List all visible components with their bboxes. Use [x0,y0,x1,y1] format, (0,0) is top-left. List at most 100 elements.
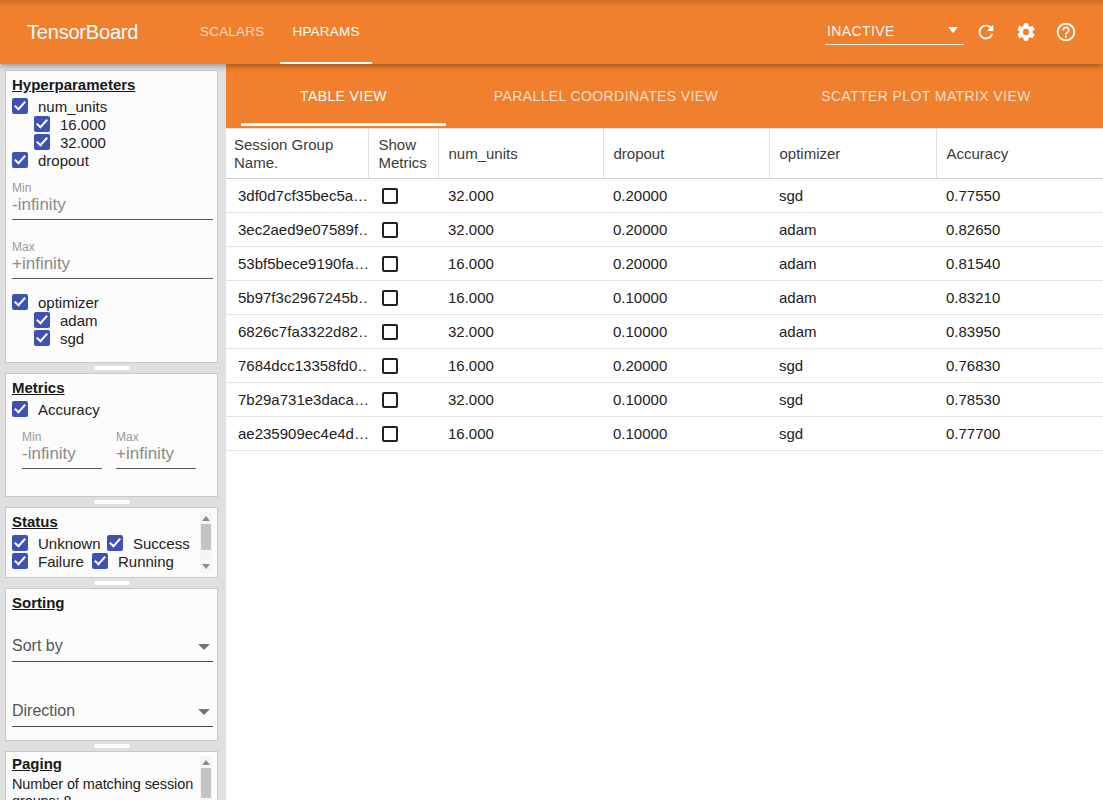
metrics-panel: Metrics Accuracy Min -infinity Max +infi… [5,373,218,497]
hparam-optimizer-adam[interactable]: adam [34,311,211,329]
table-row: 5b97f3c2967245b… 16.000 0.10000 adam 0.8… [226,281,1103,315]
gear-icon[interactable] [1015,21,1037,43]
scrollbar[interactable] [200,756,212,800]
sorting-panel: Sorting Sort by Direction [5,588,218,741]
col-session-group-name[interactable]: Session Group Name. [226,129,368,179]
table-row: 7b29a731e3daca… 32.000 0.10000 sgd 0.785… [226,383,1103,417]
checkbox-checked-icon[interactable] [34,116,50,132]
min-input[interactable]: -infinity [12,195,213,220]
paging-panel: Paging Number of matching session groups… [5,751,218,800]
show-metrics-checkbox[interactable] [382,358,398,374]
checkbox-checked-icon[interactable] [34,330,50,346]
show-metrics-checkbox[interactable] [382,256,398,272]
scroll-down-icon[interactable] [202,564,210,569]
table-row: 3ec2aed9e07589f… 32.000 0.20000 adam 0.8… [226,213,1103,247]
col-show-metrics[interactable]: Show Metrics [368,129,438,179]
status-select[interactable]: INACTIVE [825,19,964,45]
metrics-max-label: Max [116,430,196,444]
hparam-num-units-32[interactable]: 32.000 [34,133,211,151]
direction-select[interactable]: Direction [12,702,213,727]
metrics-title: Metrics [12,380,211,396]
metric-accuracy[interactable]: Accuracy [12,400,211,418]
resize-handle[interactable] [5,578,218,588]
paging-title: Paging [12,756,211,772]
scroll-up-icon[interactable] [202,516,210,521]
scroll-thumb[interactable] [201,524,211,550]
show-metrics-checkbox[interactable] [382,426,398,442]
refresh-icon[interactable] [975,21,997,43]
tab-hparams[interactable]: HPARAMS [280,0,371,64]
hparam-optimizer[interactable]: optimizer [12,293,211,311]
checkbox-checked-icon[interactable] [12,401,28,417]
help-icon[interactable] [1055,21,1077,43]
metrics-max-input[interactable]: +infinity [116,444,196,469]
hparam-num-units-16[interactable]: 16.000 [34,115,211,133]
view-tabs: TABLE VIEW PARALLEL COORDINATES VIEW SCA… [226,64,1103,128]
checkbox-checked-icon[interactable] [34,312,50,328]
status-select-value: INACTIVE [827,23,895,39]
table-header-row: Session Group Name. Show Metrics num_uni… [226,129,1103,179]
status-unknown: Unknown [38,535,99,552]
show-metrics-checkbox[interactable] [382,324,398,340]
table-row: 6826c7fa3322d82… 32.000 0.10000 adam 0.8… [226,315,1103,349]
checkbox-checked-icon[interactable] [12,553,28,569]
checkbox-checked-icon[interactable] [12,535,28,551]
show-metrics-checkbox[interactable] [382,392,398,408]
tab-table-view[interactable]: TABLE VIEW [241,64,446,128]
table-row: 7684dcc13358fd0… 16.000 0.20000 sgd 0.76… [226,349,1103,383]
table-row: 3df0d7cf35bec5a… 32.000 0.20000 sgd 0.77… [226,179,1103,213]
sort-by-select[interactable]: Sort by [12,637,213,662]
hparam-num-units[interactable]: num_units [12,97,211,115]
app-title: TensorBoard [27,21,138,44]
main-area: TABLE VIEW PARALLEL COORDINATES VIEW SCA… [226,64,1103,800]
paging-summary: Number of matching session groups: 8 [12,776,209,800]
status-success: Success [133,535,190,552]
show-metrics-checkbox[interactable] [382,290,398,306]
tab-scatter-plot-matrix-view[interactable]: SCATTER PLOT MATRIX VIEW [766,64,1086,128]
hparam-dropout[interactable]: dropout [12,151,211,169]
sidebar: Hyperparameters num_units 16.000 32.000 … [0,64,226,800]
show-metrics-checkbox[interactable] [382,222,398,238]
checkbox-checked-icon[interactable] [34,134,50,150]
chevron-down-icon [948,27,958,33]
status-title: Status [12,514,211,530]
tab-scalars[interactable]: SCALARS [188,0,276,64]
table-row: 53bf5bece9190fa… 16.000 0.20000 adam 0.8… [226,247,1103,281]
checkbox-checked-icon[interactable] [92,553,108,569]
toolbar-actions: INACTIVE [825,19,1077,45]
table-row: ae235909ec4e4d… 16.000 0.10000 sgd 0.777… [226,417,1103,451]
tab-parallel-coordinates-view[interactable]: PARALLEL COORDINATES VIEW [446,64,766,128]
checkbox-checked-icon[interactable] [12,98,28,114]
metrics-min-input[interactable]: -infinity [22,444,102,469]
session-group-table: Session Group Name. Show Metrics num_uni… [226,128,1103,451]
min-label: Min [12,181,211,195]
show-metrics-checkbox[interactable] [382,188,398,204]
top-tabs: SCALARS HPARAMS [186,0,374,64]
resize-handle[interactable] [5,741,218,751]
checkbox-checked-icon[interactable] [12,294,28,310]
resize-handle[interactable] [5,497,218,507]
sorting-title: Sorting [12,595,211,611]
chevron-down-icon [198,709,210,715]
hparam-optimizer-sgd[interactable]: sgd [34,329,211,347]
scrollbar[interactable] [200,512,212,573]
hyperparameters-title: Hyperparameters [12,77,211,93]
col-dropout[interactable]: dropout [603,129,769,179]
col-num-units[interactable]: num_units [438,129,603,179]
status-panel: Status Unknown Success Failure Running [5,507,218,578]
toolbar: TensorBoard SCALARS HPARAMS INACTIVE [0,0,1103,64]
status-running: Running [118,553,174,570]
checkbox-checked-icon[interactable] [107,535,123,551]
metrics-min-label: Min [22,430,102,444]
col-optimizer[interactable]: optimizer [769,129,936,179]
checkbox-checked-icon[interactable] [12,152,28,168]
chevron-down-icon [198,644,210,650]
hyperparameters-panel: Hyperparameters num_units 16.000 32.000 … [5,70,218,363]
scroll-up-icon[interactable] [202,760,210,765]
resize-handle[interactable] [5,363,218,373]
status-failure: Failure [38,553,84,570]
scroll-thumb[interactable] [201,768,211,798]
max-label: Max [12,240,211,254]
max-input[interactable]: +infinity [12,254,213,279]
col-accuracy[interactable]: Accuracy [936,129,1103,179]
